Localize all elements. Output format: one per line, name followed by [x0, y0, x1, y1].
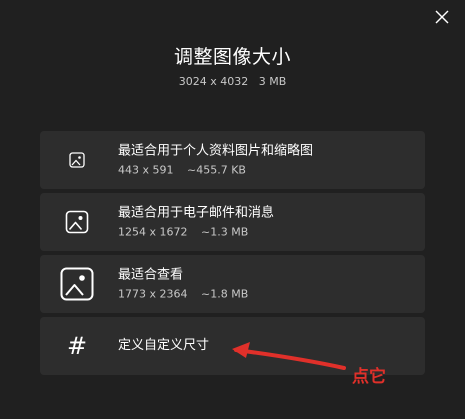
image-medium-icon: [65, 210, 89, 234]
option-size: ~455.7 KB: [187, 163, 246, 177]
image-large-icon: [60, 267, 94, 301]
option-meta: 443 x 591 ~455.7 KB: [118, 164, 313, 177]
option-label: 定义自定义尺寸: [118, 338, 210, 353]
dialog-header: 调整图像大小 3024 x 4032 3 MB: [0, 42, 465, 88]
option-label: 最适合用于电子邮件和消息: [118, 205, 275, 221]
option-meta: 1254 x 1672 ~1.3 MB: [118, 226, 274, 239]
dialog-title: 调整图像大小: [173, 46, 291, 68]
option-label: 最适合查看: [118, 267, 184, 283]
option-viewing[interactable]: 最适合查看 1773 x 2364 ~1.8 MB: [40, 255, 425, 313]
option-profile-thumbnail[interactable]: 最适合用于个人资料图片和缩略图 443 x 591 ~455.7 KB: [40, 131, 425, 189]
option-label: 最适合用于个人资料图片和缩略图: [118, 143, 314, 159]
hash-icon: #: [66, 332, 88, 360]
resize-image-dialog: 调整图像大小 3024 x 4032 3 MB 最适合用于个人资料图片和缩略图 …: [0, 0, 465, 419]
original-size: 3 MB: [258, 75, 287, 88]
option-dimensions: 1773 x 2364: [118, 287, 188, 301]
original-dimensions: 3024 x 4032: [178, 75, 249, 88]
option-email-messages[interactable]: 最适合用于电子邮件和消息 1254 x 1672 ~1.3 MB: [40, 193, 425, 251]
option-dimensions: 443 x 591: [118, 163, 174, 177]
option-size: ~1.3 MB: [201, 225, 249, 239]
image-small-icon: [69, 152, 85, 168]
original-image-info: 3024 x 4032 3 MB: [0, 75, 465, 88]
annotation-label: 点它: [352, 367, 386, 387]
close-icon: [435, 10, 449, 24]
option-meta: 1773 x 2364 ~1.8 MB: [118, 288, 248, 301]
close-button[interactable]: [433, 8, 451, 26]
option-size: ~1.8 MB: [201, 287, 249, 301]
option-dimensions: 1254 x 1672: [118, 225, 188, 239]
annotation-arrow-icon: [232, 342, 346, 370]
